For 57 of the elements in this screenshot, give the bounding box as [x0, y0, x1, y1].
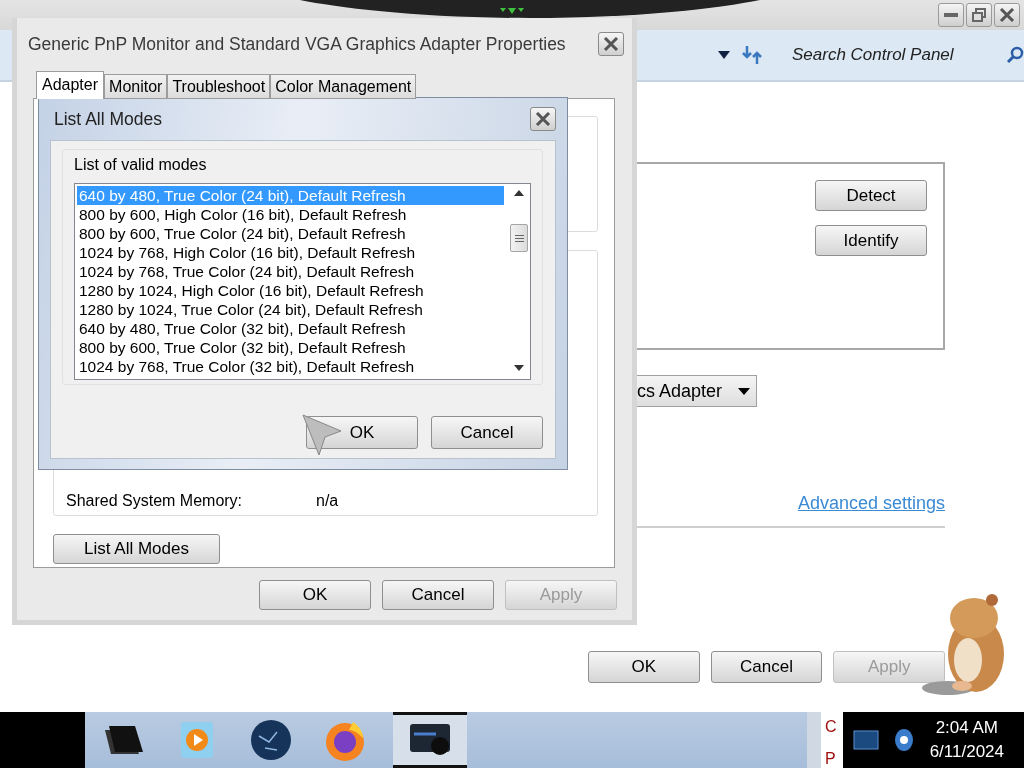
close-button[interactable]	[598, 32, 624, 56]
dialog-button[interactable]: OK	[259, 580, 371, 610]
dialog-button[interactable]: Cancel	[431, 416, 543, 449]
memory-label: Shared System Memory:	[66, 492, 244, 510]
tab[interactable]: Monitor	[104, 74, 168, 99]
minimize-icon	[944, 13, 958, 17]
tray-letter: P	[825, 750, 837, 768]
display-button[interactable]: Identify	[815, 225, 927, 256]
dialog-title: Generic PnP Monitor and Standard VGA Graphics Adapter Properties	[28, 33, 566, 55]
dialog-title: List All Modes	[54, 108, 162, 130]
dialog-button[interactable]: Cancel	[710, 651, 823, 683]
mode-item[interactable]: 1024 by 768, High Color (16 bit), Default Refresh	[77, 243, 504, 262]
mode-item[interactable]: 640 by 480, True Color (32 bit), Default Refresh	[77, 319, 504, 338]
tray-scroll-bar	[807, 712, 821, 768]
scroll-thumb[interactable]	[510, 224, 528, 252]
close-icon	[603, 37, 619, 51]
tray-letter: C	[825, 718, 838, 736]
close-icon	[535, 112, 551, 126]
clock-time[interactable]: 2:04 AM	[935, 718, 998, 738]
refresh-arrows-icon[interactable]	[742, 46, 764, 64]
globe-icon	[249, 718, 293, 762]
display-button[interactable]: Detect	[815, 180, 927, 211]
taskbar-app[interactable]	[393, 712, 467, 768]
restore-icon	[972, 8, 986, 22]
mode-item[interactable]: 800 by 600, High Color (16 bit), Default Refresh	[77, 205, 504, 224]
dialog-button[interactable]: Cancel	[382, 580, 494, 610]
scroll-down-icon	[514, 365, 524, 371]
clock-date[interactable]: 6/11/2024	[929, 742, 1004, 762]
tab[interactable]: Color Management	[270, 74, 417, 99]
list-all-modes-button[interactable]: List All Modes	[53, 534, 220, 564]
dropdown-arrow-icon[interactable]	[718, 51, 730, 59]
close-button[interactable]	[994, 3, 1020, 27]
cursor-icon	[302, 414, 342, 456]
mode-item[interactable]: 1024 by 768, True Color (32 bit), Default Refresh	[77, 357, 504, 376]
restore-button[interactable]	[966, 3, 992, 27]
mode-item[interactable]: 1024 by 768, True Color (24 bit), Default Refresh	[77, 262, 504, 281]
mode-item[interactable]: 1280 by 1024, True Color (24 bit), Default Refresh	[77, 300, 504, 319]
dialog-button[interactable]: OK	[588, 651, 700, 683]
minimize-button[interactable]	[938, 3, 964, 27]
memory-value: n/a	[316, 492, 339, 510]
display-icon	[408, 722, 452, 758]
caret-icon	[738, 387, 750, 395]
tab[interactable]: Adapter	[36, 71, 105, 99]
mode-item[interactable]: 1280 by 1024, High Color (16 bit), Default Refresh	[77, 281, 504, 300]
close-icon	[999, 8, 1015, 22]
mode-item[interactable]: 800 by 600, True Color (24 bit), Default Refresh	[77, 224, 504, 243]
tab[interactable]: Troubleshoot	[167, 74, 271, 99]
play-icon	[179, 720, 215, 760]
group-label: List of valid modes	[74, 156, 208, 174]
mode-item[interactable]: 800 by 600, True Color (32 bit), Default Refresh	[77, 338, 504, 357]
advanced-settings-link[interactable]: Advanced settings	[797, 493, 945, 514]
search-field[interactable]: Search Control Panel	[790, 44, 994, 66]
close-button[interactable]	[530, 107, 556, 131]
search-icon[interactable]	[1006, 46, 1024, 64]
speaker-icon[interactable]	[893, 728, 915, 752]
adapter-dropdown[interactable]: cs Adapter	[637, 375, 757, 407]
scroll-up-icon	[514, 190, 524, 196]
